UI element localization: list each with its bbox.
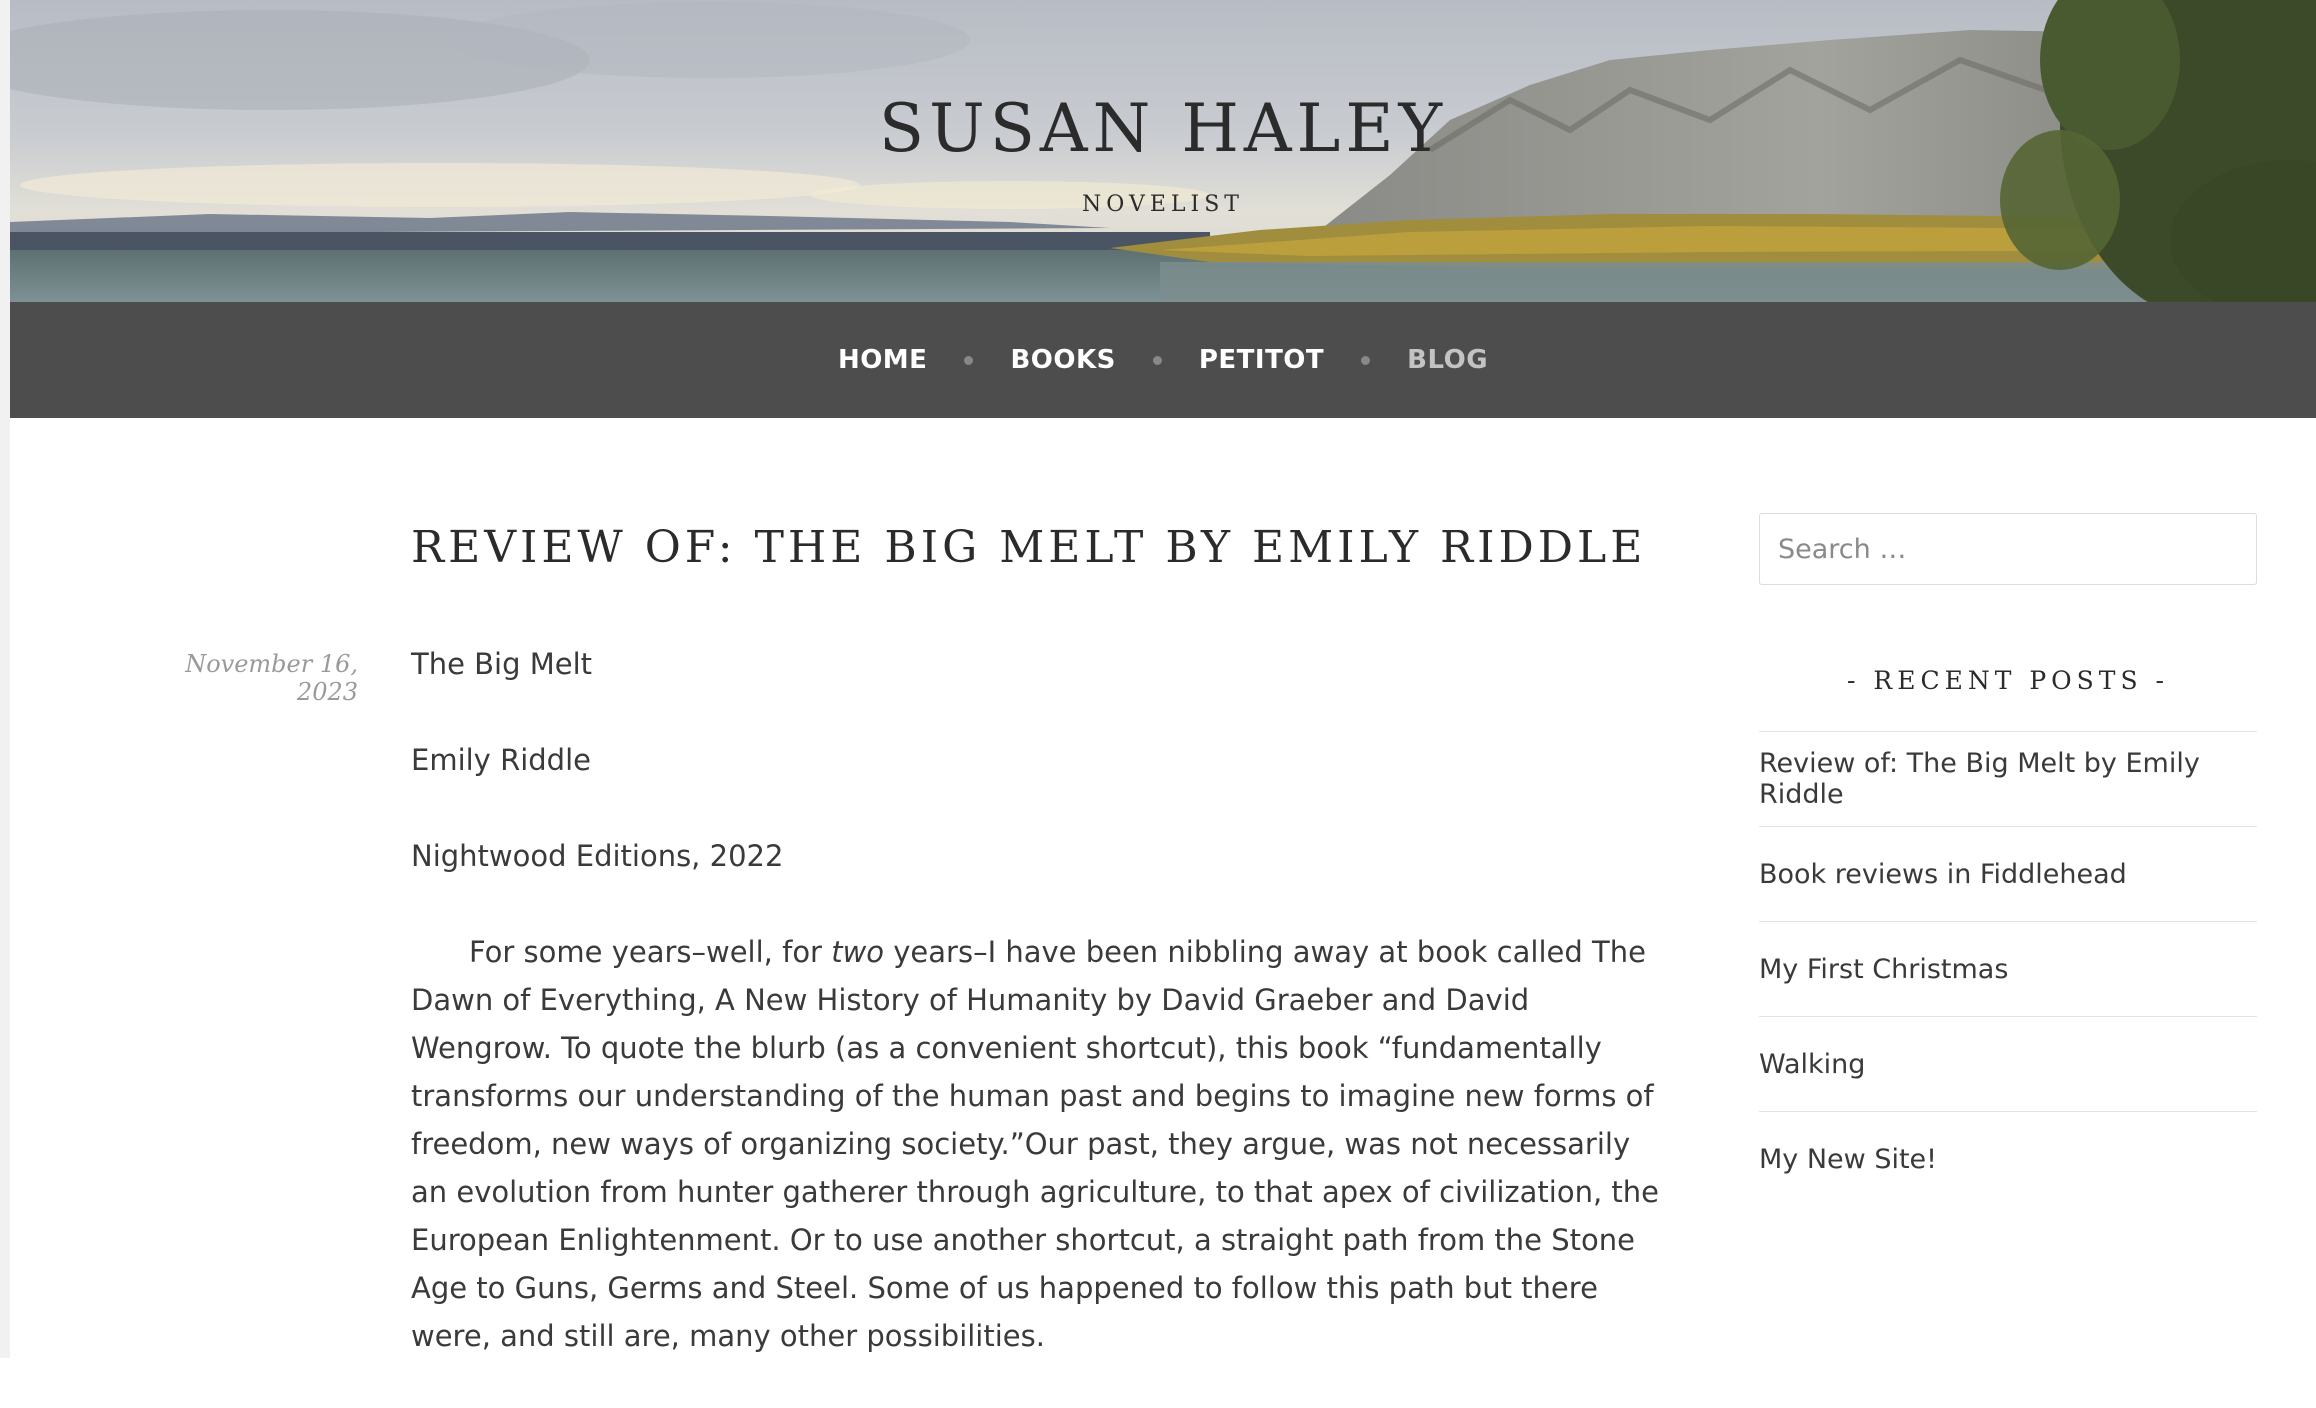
site-header: SUSAN HALEY NOVELIST — [10, 0, 2316, 302]
list-item: Review of: The Big Melt by Emily Riddle — [1759, 731, 2257, 826]
post-paragraph: For some years–well, for two years–I hav… — [411, 928, 1671, 1360]
nav-item-books[interactable]: BOOKS — [1010, 345, 1115, 375]
search-input[interactable] — [1759, 513, 2257, 585]
nav-separator-dot — [1152, 355, 1162, 365]
list-item: My New Site! — [1759, 1111, 2257, 1206]
page: SUSAN HALEY NOVELIST HOME BOOKS PETITOT … — [10, 0, 2316, 1358]
nav-separator-dot — [1361, 355, 1371, 365]
recent-post-link[interactable]: My New Site! — [1759, 1144, 1937, 1175]
post-content: The Big Melt Emily Riddle Nightwood Edit… — [411, 640, 1671, 1408]
nav-separator-dot — [964, 355, 974, 365]
post-book-publisher: Nightwood Editions, 2022 — [411, 839, 784, 873]
recent-posts-title: - RECENT POSTS - — [1847, 666, 2169, 695]
list-item: Walking — [1759, 1016, 2257, 1111]
site-title[interactable]: SUSAN HALEY — [10, 90, 2316, 167]
post-book-author: Emily Riddle — [411, 743, 591, 777]
list-item: Book reviews in Fiddlehead — [1759, 826, 2257, 921]
list-item: My First Christmas — [1759, 921, 2257, 1016]
nav-item-blog[interactable]: BLOG — [1407, 345, 1488, 375]
site-tagline: NOVELIST — [1082, 192, 1244, 217]
post-date[interactable]: November 16, 2023 — [128, 650, 358, 706]
post-paragraph-text: For some years–well, for — [469, 935, 832, 969]
main-navigation: HOME BOOKS PETITOT BLOG — [10, 302, 2316, 418]
nav-item-petitot[interactable]: PETITOT — [1199, 345, 1324, 375]
page-frame: SUSAN HALEY NOVELIST HOME BOOKS PETITOT … — [0, 0, 2316, 1358]
nav-item-home[interactable]: HOME — [838, 345, 928, 375]
recent-posts-list: Review of: The Big Melt by Emily Riddle … — [1759, 731, 2257, 1206]
recent-post-link[interactable]: Book reviews in Fiddlehead — [1759, 859, 2127, 890]
recent-post-link[interactable]: Walking — [1759, 1049, 1865, 1080]
post-paragraph-text: years–I have been nibbling away at book … — [411, 935, 1659, 1353]
recent-post-link[interactable]: My First Christmas — [1759, 954, 2008, 985]
post-book-title: The Big Melt — [411, 647, 593, 681]
recent-post-link[interactable]: Review of: The Big Melt by Emily Riddle — [1759, 748, 2257, 810]
post-paragraph-emphasis: two — [831, 935, 885, 969]
post-title: REVIEW OF: THE BIG MELT BY EMILY RIDDLE — [411, 522, 1647, 573]
